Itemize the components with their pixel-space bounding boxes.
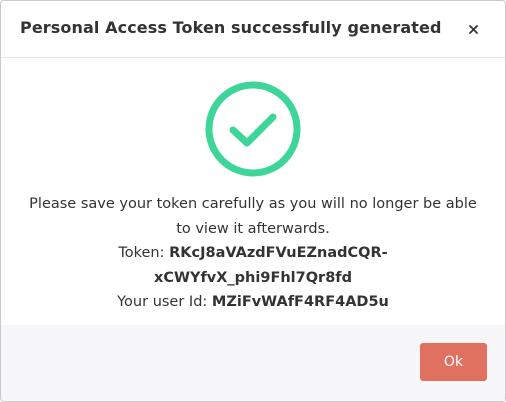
dialog-footer: Ok — [1, 325, 505, 401]
dialog-title: Personal Access Token successfully gener… — [20, 18, 442, 37]
token-label: Token: — [118, 245, 165, 261]
token-generated-dialog: Personal Access Token successfully gener… — [0, 0, 506, 402]
dialog-body: Please save your token carefully as you … — [1, 58, 505, 325]
token-row-continued: xCWYfvX_phi9Fhl7Qr8fd — [1, 266, 505, 291]
dialog-header: Personal Access Token successfully gener… — [1, 1, 505, 58]
close-icon[interactable] — [463, 18, 483, 38]
message-line-1: Please save your token carefully as you … — [29, 196, 477, 212]
check-circle-icon — [204, 80, 302, 178]
token-row: Token: RKcJ8aVAzdFVuEZnadCQR- — [1, 241, 505, 266]
token-value-part-1: RKcJ8aVAzdFVuEZnadCQR- — [169, 245, 388, 261]
user-id-row: Your user Id: MZiFvWAfF4RF4AD5u — [1, 290, 505, 315]
user-id-label: Your user Id: — [117, 294, 208, 310]
message-line-2: to view it afterwards. — [176, 220, 330, 237]
save-token-message: Please save your token carefully as you … — [1, 192, 505, 315]
user-id-value: MZiFvWAfF4RF4AD5u — [211, 294, 389, 310]
token-value-part-2: xCWYfvX_phi9Fhl7Qr8fd — [154, 269, 352, 286]
ok-button[interactable]: Ok — [420, 343, 487, 381]
